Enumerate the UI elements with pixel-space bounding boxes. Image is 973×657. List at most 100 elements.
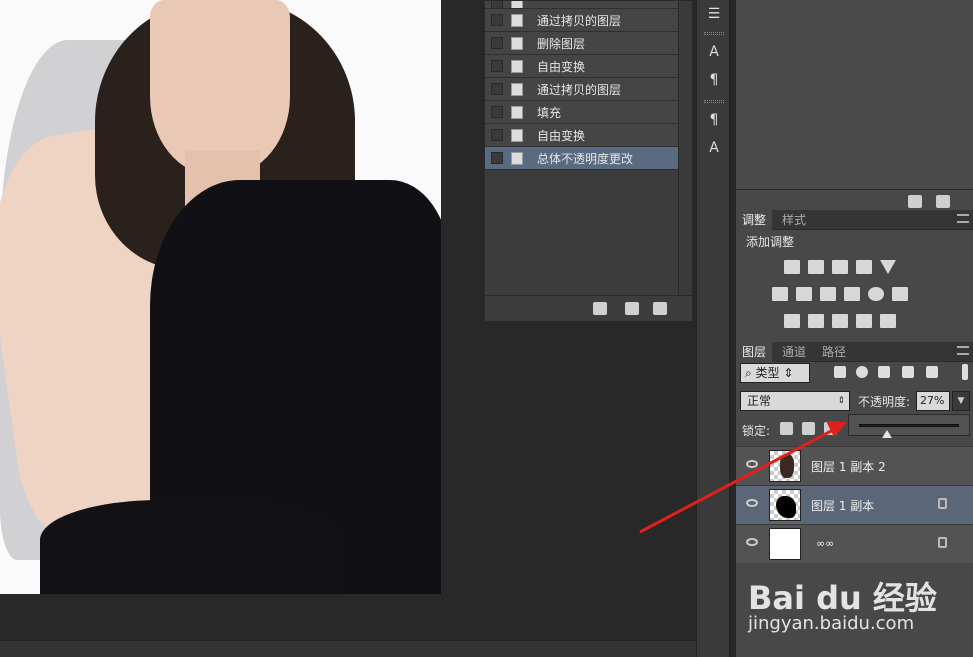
history-snapshot-checkbox[interactable]: [491, 60, 503, 72]
panel-menu-icon[interactable]: [957, 214, 969, 223]
history-scrollbar[interactable]: [678, 1, 692, 297]
document-icon: [511, 82, 523, 96]
dock-grip[interactable]: [704, 100, 724, 103]
invert-icon[interactable]: [784, 314, 800, 328]
character-styles-icon[interactable]: A: [703, 138, 725, 158]
tab-channels[interactable]: 通道: [776, 342, 812, 362]
history-snapshot-checkbox[interactable]: [491, 14, 503, 26]
lock-transparent-pixels-icon[interactable]: [780, 422, 793, 435]
history-snapshot-checkbox[interactable]: [491, 83, 503, 95]
posterize-icon[interactable]: [808, 314, 824, 328]
history-item[interactable]: 通过拷贝的图层: [485, 9, 679, 32]
lock-icon: [938, 498, 947, 509]
document-icon: [511, 128, 523, 142]
adjustments-tabbar: 调整 样式: [736, 210, 973, 230]
opacity-input[interactable]: 27%: [916, 391, 950, 411]
opacity-slider-thumb[interactable]: [882, 430, 892, 438]
layer-row-selected[interactable]: 图层 1 副本: [736, 485, 973, 524]
black-white-icon[interactable]: [820, 287, 836, 301]
tab-layers[interactable]: 图层: [736, 342, 773, 362]
layers-tabbar: 图层 通道 路径: [736, 342, 973, 362]
canvas-scrollbar[interactable]: [0, 640, 696, 657]
threshold-icon[interactable]: [832, 314, 848, 328]
filter-toggle-icon[interactable]: [962, 364, 968, 380]
blend-mode-select[interactable]: 正常 ⇕: [740, 391, 850, 411]
vibrance-icon[interactable]: [880, 260, 896, 274]
levels-icon[interactable]: [808, 260, 824, 274]
canvas-document[interactable]: [0, 0, 441, 594]
fill-icon: [511, 105, 523, 119]
opacity-slider-popup: [848, 414, 970, 438]
channel-mixer-icon[interactable]: [868, 287, 884, 301]
history-item-selected[interactable]: 总体不透明度更改: [485, 147, 679, 170]
panel-menu-icon[interactable]: [957, 346, 969, 355]
history-snapshot-checkbox[interactable]: [491, 106, 503, 118]
properties-icon[interactable]: ☰: [703, 4, 725, 24]
hue-saturation-icon[interactable]: [772, 287, 788, 301]
filter-smart-object-icon[interactable]: [926, 366, 938, 378]
opacity-slider-track[interactable]: [859, 424, 959, 438]
history-item-label: 总体不透明度更改: [537, 151, 634, 166]
thumbnail-silhouette: [776, 496, 796, 518]
filter-pixel-icon[interactable]: [834, 366, 846, 378]
color-lookup-icon[interactable]: [892, 287, 908, 301]
filter-adjustment-icon[interactable]: [856, 366, 868, 378]
history-item-label: 删除图层: [537, 36, 586, 51]
history-item[interactable]: [485, 1, 679, 9]
character-icon[interactable]: A: [703, 42, 725, 62]
visibility-eye-icon[interactable]: [746, 499, 758, 507]
lock-label: 锁定:: [742, 424, 771, 438]
color-balance-icon[interactable]: [796, 287, 812, 301]
select-arrows-icon: ⇕: [837, 396, 845, 406]
new-document-from-state-icon[interactable]: [593, 302, 607, 315]
history-item[interactable]: 自由变换: [485, 124, 679, 147]
photo-filter-icon[interactable]: [844, 287, 860, 301]
layer-row[interactable]: 图层 1 副本 2: [736, 446, 973, 485]
layer-thumbnail: [769, 489, 801, 521]
watermark: Bai du 经验 jingyan.baidu.com: [748, 555, 968, 645]
history-item[interactable]: 通过拷贝的图层: [485, 78, 679, 101]
lock-image-pixels-icon[interactable]: [802, 422, 815, 435]
brightness-contrast-icon[interactable]: [784, 260, 800, 274]
history-item[interactable]: 自由变换: [485, 55, 679, 78]
history-snapshot-checkbox[interactable]: [491, 37, 503, 49]
paragraph-icon[interactable]: ¶: [703, 70, 725, 90]
tab-styles[interactable]: 样式: [776, 210, 812, 230]
document-icon: [511, 1, 523, 8]
panel-dock-strip: ☰ A ¶ ¶ A: [696, 0, 730, 657]
visibility-eye-icon[interactable]: [746, 460, 758, 468]
curves-icon[interactable]: [832, 260, 848, 274]
document-icon: [511, 59, 523, 73]
document-icon: [511, 151, 523, 165]
history-snapshot-checkbox[interactable]: [491, 1, 503, 8]
history-snapshot-checkbox[interactable]: [491, 152, 503, 164]
history-list: 通过拷贝的图层 删除图层 自由变换 通过拷贝的图层 填充 自由变换 总体不透明度…: [485, 1, 679, 170]
tab-paths[interactable]: 路径: [816, 342, 852, 362]
history-snapshot-checkbox[interactable]: [491, 129, 503, 141]
exposure-icon[interactable]: [856, 260, 872, 274]
history-item[interactable]: 删除图层: [485, 32, 679, 55]
filter-type-icon[interactable]: [878, 366, 890, 378]
selective-color-icon[interactable]: [856, 314, 872, 328]
lock-position-icon[interactable]: [824, 422, 837, 435]
tab-adjustments[interactable]: 调整: [736, 210, 773, 230]
upper-panel: [736, 0, 973, 208]
history-item-label: 通过拷贝的图层: [537, 82, 622, 97]
blend-mode-value: 正常: [747, 394, 772, 408]
new-item-icon[interactable]: [908, 195, 922, 208]
camera-snapshot-icon[interactable]: [625, 302, 639, 315]
filter-shape-icon[interactable]: [902, 366, 914, 378]
photo-leg: [40, 500, 340, 594]
gradient-map-icon[interactable]: [880, 314, 896, 328]
trash-icon[interactable]: [936, 195, 950, 208]
history-item[interactable]: 填充: [485, 101, 679, 124]
visibility-eye-icon[interactable]: [746, 538, 758, 546]
document-icon: [511, 13, 523, 27]
paragraph-styles-icon[interactable]: ¶: [703, 110, 725, 130]
opacity-dropdown-button[interactable]: ▼: [952, 391, 970, 411]
trash-icon[interactable]: [653, 302, 667, 315]
layer-thumbnail: [769, 450, 801, 482]
dock-grip[interactable]: [704, 32, 724, 35]
layer-filter-select[interactable]: ⌕ 类型 ⇕: [740, 363, 810, 383]
lock-icon: [938, 537, 947, 548]
